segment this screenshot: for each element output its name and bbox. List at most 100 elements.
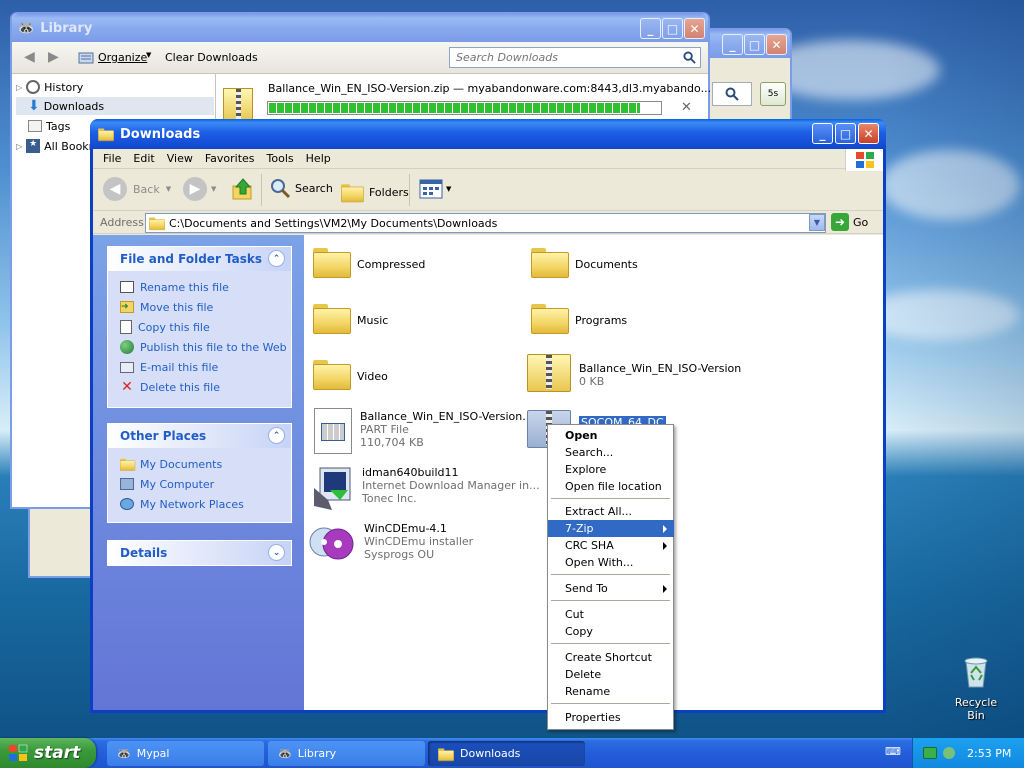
library-back-icon[interactable]: ◀ <box>24 49 35 65</box>
library-forward-icon[interactable]: ▶ <box>48 49 59 65</box>
copy-file-link[interactable]: Copy this file <box>108 317 291 337</box>
rename-file-link[interactable]: Rename this file <box>108 277 291 297</box>
menu-edit[interactable]: Edit <box>129 149 162 168</box>
menu-separator <box>551 643 670 644</box>
my-network-places-link[interactable]: My Network Places <box>108 494 291 514</box>
my-computer-link[interactable]: My Computer <box>108 474 291 494</box>
context-send-to[interactable]: Send To <box>548 580 674 597</box>
library-close-button[interactable]: ✕ <box>684 18 705 39</box>
mypal-minimize-button[interactable]: _ <box>722 34 743 55</box>
folder-compressed[interactable]: Compressed <box>313 246 425 278</box>
taskbar-item-downloads[interactable]: Downloads <box>428 741 585 766</box>
context-explore[interactable]: Explore <box>548 461 674 478</box>
network-tray-icon[interactable] <box>923 747 937 759</box>
context-extract-all[interactable]: Extract All... <box>548 503 674 520</box>
menu-view[interactable]: View <box>163 149 201 168</box>
context-rename[interactable]: Rename <box>548 683 674 700</box>
expand-chevron-icon[interactable]: ⌄ <box>268 544 285 561</box>
folders-button[interactable]: Folders <box>341 177 409 207</box>
library-maximize-button[interactable]: □ <box>662 18 683 39</box>
recycle-bin[interactable]: Recycle Bin <box>948 655 1004 722</box>
folder-programs[interactable]: Programs <box>531 302 627 334</box>
download-progress-bar <box>267 101 662 115</box>
sidebar-item-history[interactable]: ▷ History <box>16 78 214 96</box>
keyboard-icon[interactable]: ⌨ <box>884 745 902 761</box>
computer-icon <box>120 478 134 490</box>
context-copy[interactable]: Copy <box>548 623 674 640</box>
context-delete[interactable]: Delete <box>548 666 674 683</box>
organize-menu[interactable]: Organize <box>98 51 147 64</box>
file-folder-tasks-header[interactable]: File and Folder Tasks ⌃ <box>108 247 291 271</box>
taskbar-item-mypal[interactable]: 🦝 Mypal <box>107 741 264 766</box>
sidebar-item-downloads[interactable]: ⬇ Downloads <box>16 97 214 115</box>
clock: 2:53 PM <box>967 746 1012 760</box>
forward-button[interactable]: ▶ ▼ <box>183 177 216 201</box>
folder-documents[interactable]: Documents <box>531 246 638 278</box>
folder-music[interactable]: Music <box>313 302 388 334</box>
start-button[interactable]: start <box>0 738 96 768</box>
explorer-minimize-button[interactable]: _ <box>812 123 833 144</box>
address-folder-icon <box>149 217 165 231</box>
explorer-close-button[interactable]: ✕ <box>858 123 879 144</box>
forward-arrow-icon: ▶ <box>183 177 207 201</box>
organize-icon <box>78 50 94 66</box>
up-folder-button[interactable] <box>231 177 255 204</box>
library-title-bar[interactable]: 🦝 Library <box>12 14 708 42</box>
file-ballance-zip-folder[interactable]: Ballance_Win_EN_ISO-Version 0 KB <box>527 354 741 392</box>
back-arrow-icon: ◀ <box>103 177 127 201</box>
go-button[interactable]: ➜ Go <box>831 213 868 231</box>
context-7zip[interactable]: 7-Zip <box>548 520 674 537</box>
search-button[interactable]: Search <box>269 177 333 199</box>
menu-tools[interactable]: Tools <box>263 149 302 168</box>
context-search[interactable]: Search... <box>548 444 674 461</box>
search-downloads-input[interactable] <box>449 47 701 68</box>
context-create-shortcut[interactable]: Create Shortcut <box>548 649 674 666</box>
library-minimize-button[interactable]: _ <box>640 18 661 39</box>
explorer-title-bar[interactable]: Downloads <box>90 119 886 149</box>
library-search-icon[interactable] <box>683 51 696 67</box>
explorer-maximize-button[interactable]: □ <box>835 123 856 144</box>
safely-remove-tray-icon[interactable] <box>943 747 955 759</box>
menu-separator <box>551 703 670 704</box>
taskbar-item-library[interactable]: 🦝 Library <box>268 741 425 766</box>
rename-icon <box>120 281 134 293</box>
collapse-chevron-icon[interactable]: ⌃ <box>268 427 285 444</box>
move-file-link[interactable]: ➜ Move this file <box>108 297 291 317</box>
address-dropdown-icon[interactable]: ▼ <box>809 214 825 231</box>
mypal-search-icon[interactable] <box>712 82 752 106</box>
other-places-panel: Other Places ⌃ My Documents My Computer … <box>107 423 292 523</box>
delete-file-link[interactable]: ✕ Delete this file <box>108 377 291 397</box>
views-icon <box>419 179 443 199</box>
publish-file-link[interactable]: Publish this file to the Web <box>108 337 291 357</box>
folder-icon <box>313 302 351 334</box>
menu-file[interactable]: File <box>93 149 129 168</box>
download-row[interactable]: Ballance_Win_EN_ISO-Version.zip — myaban… <box>217 74 711 122</box>
address-input[interactable]: C:\Documents and Settings\VM2\My Documen… <box>145 213 826 233</box>
context-open-with[interactable]: Open With... <box>548 554 674 571</box>
context-properties[interactable]: Properties <box>548 709 674 726</box>
mypal-close-button[interactable]: ✕ <box>766 34 787 55</box>
mypal-maximize-button[interactable]: □ <box>744 34 765 55</box>
folder-video[interactable]: Video <box>313 358 388 390</box>
file-idman[interactable]: idman640build11 Internet Download Manage… <box>310 466 540 510</box>
context-open[interactable]: Open <box>548 427 674 444</box>
cancel-download-icon[interactable]: ✕ <box>681 100 692 115</box>
menu-help[interactable]: Help <box>302 149 339 168</box>
context-crc-sha[interactable]: CRC SHA <box>548 537 674 554</box>
part-file-icon <box>314 408 352 454</box>
context-open-file-location[interactable]: Open file location <box>548 478 674 495</box>
file-ballance-part[interactable]: Ballance_Win_EN_ISO-Version... PART File… <box>314 408 533 454</box>
details-header[interactable]: Details ⌄ <box>108 541 291 565</box>
back-button[interactable]: ◀ Back ▼ <box>103 177 171 201</box>
address-label: Address <box>100 216 144 229</box>
context-cut[interactable]: Cut <box>548 606 674 623</box>
email-file-link[interactable]: E-mail this file <box>108 357 291 377</box>
clear-downloads-button[interactable]: Clear Downloads <box>165 51 258 64</box>
menu-favorites[interactable]: Favorites <box>201 149 263 168</box>
tag-icon <box>28 120 42 132</box>
my-documents-link[interactable]: My Documents <box>108 454 291 474</box>
other-places-header[interactable]: Other Places ⌃ <box>108 424 291 448</box>
file-wincdemu[interactable]: WinCDEmu-4.1 WinCDEmu installer Sysprogs… <box>308 520 473 566</box>
views-button[interactable]: ▼ <box>419 179 451 199</box>
collapse-chevron-icon[interactable]: ⌃ <box>268 250 285 267</box>
